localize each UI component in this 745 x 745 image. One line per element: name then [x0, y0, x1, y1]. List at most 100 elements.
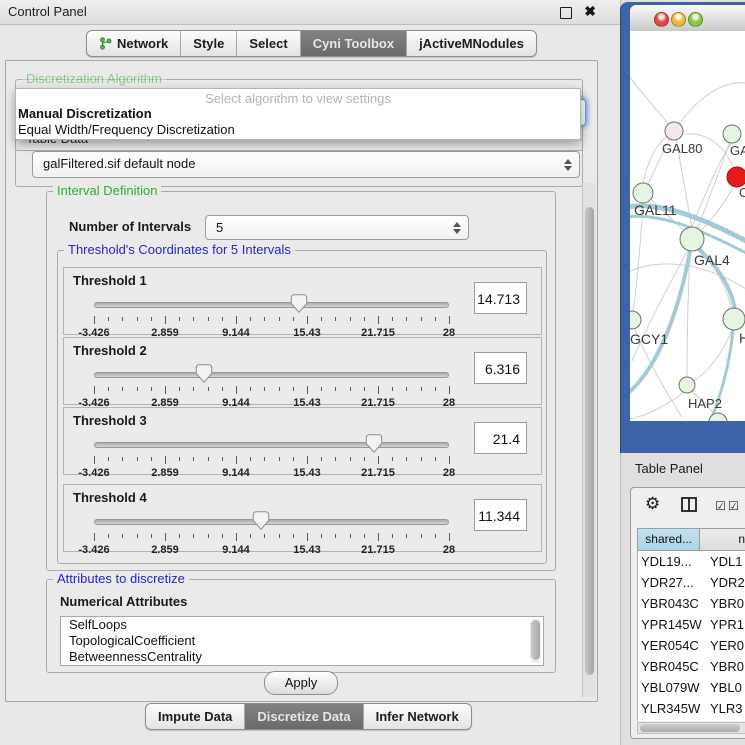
close-traffic-light-icon[interactable]	[654, 12, 669, 27]
slider-thumb[interactable]	[366, 434, 383, 453]
threshold-slider[interactable]: -3.4262.8599.14415.4321.71528	[94, 511, 449, 555]
table-data-group: Table Data galFiltered.sif default node	[15, 139, 583, 187]
tick-mark	[236, 456, 237, 464]
tick-label: 15.43	[293, 467, 321, 479]
scrollbar-thumb[interactable]	[585, 207, 594, 675]
scrollbar-thumb[interactable]	[640, 724, 740, 732]
network-edge[interactable]	[630, 392, 684, 419]
tab-network[interactable]: Network	[87, 31, 181, 56]
network-node-gal11[interactable]	[633, 183, 653, 203]
tab-cyni-toolbox[interactable]: Cyni Toolbox	[301, 31, 407, 56]
network-node-gal4[interactable]	[680, 227, 704, 251]
tick-mark	[236, 533, 237, 541]
network-node-hap2[interactable]	[679, 377, 695, 393]
slider-thumb[interactable]	[196, 364, 213, 383]
tab-jactivemnodules[interactable]: jActiveMNodules	[407, 31, 536, 56]
network-node-gcy1[interactable]	[630, 311, 641, 329]
tab-style[interactable]: Style	[181, 31, 237, 56]
close-icon[interactable]: ✖	[584, 3, 596, 20]
gear-icon[interactable]: ⚙	[645, 494, 660, 514]
table-row[interactable]: YER054CYER0	[638, 635, 745, 656]
minimize-traffic-light-icon[interactable]	[671, 12, 686, 27]
tick-mark	[378, 456, 379, 464]
scrollbar-thumb[interactable]	[531, 620, 540, 660]
threshold-slider[interactable]: -3.4262.8599.14415.4321.71528	[94, 364, 449, 408]
tick-mark	[151, 387, 152, 391]
slider-thumb-icon	[366, 434, 383, 453]
table-row[interactable]: YDR27...YDR2	[638, 572, 745, 593]
tick-mark	[293, 387, 294, 391]
slider-track[interactable]	[94, 519, 449, 525]
network-node-ga[interactable]	[723, 125, 741, 143]
tab-impute-data[interactable]: Impute Data	[146, 704, 245, 729]
tick-mark	[236, 316, 237, 324]
slider-track[interactable]	[94, 302, 449, 308]
threshold-value-field[interactable]: 11.344	[474, 499, 527, 531]
tick-mark	[293, 457, 294, 461]
tab-infer-network[interactable]: Infer Network	[364, 704, 471, 729]
attributes-list[interactable]: SelfLoopsTopologicalCoefficientBetweenne…	[60, 616, 544, 666]
attributes-scrollbar[interactable]	[530, 619, 541, 663]
tick-mark	[151, 534, 152, 538]
tick-mark	[392, 317, 393, 321]
cell-shared-name: YLR345W	[638, 698, 702, 719]
tab-discretize-data[interactable]: Discretize Data	[245, 704, 363, 729]
list-item-betweennesscentrality[interactable]: BetweennessCentrality	[61, 649, 543, 665]
network-edge[interactable]	[674, 83, 745, 131]
network-node-h[interactable]	[723, 308, 745, 330]
table-row[interactable]: YBR045CYBR0	[638, 656, 745, 677]
list-item-selfloops[interactable]: SelfLoops	[61, 617, 543, 633]
cell-shared-name: YPR145W	[638, 614, 702, 635]
node-label: H	[739, 330, 745, 346]
slider-track[interactable]	[94, 442, 449, 448]
group-title: Threshold's Coordinates for 5 Intervals	[64, 242, 295, 257]
tab-select[interactable]: Select	[237, 31, 300, 56]
table-hscrollbar[interactable]	[637, 722, 745, 734]
algorithm-option-equal-width-frequency-discretization[interactable]: Equal Width/Frequency Discretization	[18, 122, 578, 138]
table-row[interactable]: YLR345WYLR3	[638, 698, 745, 719]
tick-mark	[94, 386, 95, 394]
tick-label: 28	[443, 544, 455, 556]
table-row[interactable]: YPR145WYPR1	[638, 614, 745, 635]
tick-mark	[293, 534, 294, 538]
list-item-topologicalcoefficient[interactable]: TopologicalCoefficient	[61, 633, 543, 649]
column-header-shared-name[interactable]: shared...	[637, 528, 700, 551]
table-row[interactable]: YBR043CYBR0	[638, 593, 745, 614]
algorithm-option-manual-discretization[interactable]: Manual Discretization	[18, 106, 578, 122]
apply-button[interactable]: Apply	[264, 671, 338, 695]
column-header-name[interactable]: n	[700, 528, 745, 551]
threshold-slider[interactable]: -3.4262.8599.14415.4321.71528	[94, 434, 449, 478]
table-row[interactable]: YIL052CYIL0	[638, 719, 745, 721]
network-window-titlebar[interactable]	[630, 5, 745, 32]
network-edge[interactable]	[630, 71, 674, 131]
float-window-icon[interactable]	[560, 7, 572, 19]
table-row[interactable]: YBL079WYBL0	[638, 677, 745, 698]
zoom-traffic-light-icon[interactable]	[688, 12, 703, 27]
num-intervals-combo[interactable]: 5	[205, 215, 469, 240]
cell-name: YBR0	[702, 593, 745, 614]
network-edge[interactable]	[633, 202, 643, 312]
checkbox-icon[interactable]: ☑	[728, 499, 739, 513]
dropdown-list: Manual DiscretizationEqual Width/Frequen…	[18, 106, 578, 138]
slider-track[interactable]	[94, 372, 449, 378]
threshold-value-field[interactable]: 21.4	[474, 422, 527, 454]
panel-scrollbar[interactable]	[582, 183, 596, 697]
split-columns-icon[interactable]	[681, 497, 697, 517]
checkbox-icon[interactable]: ☑	[715, 499, 726, 513]
tab-label: Select	[249, 36, 287, 51]
tick-mark	[137, 387, 138, 391]
threshold-value-field[interactable]: 6.316	[474, 352, 527, 384]
network-node-c[interactable]	[727, 167, 745, 187]
tick-mark	[193, 534, 194, 538]
network-node-gal80[interactable]	[665, 122, 683, 140]
cell-name: YIL0	[702, 719, 745, 721]
tick-mark	[279, 534, 280, 538]
slider-thumb[interactable]	[252, 511, 269, 530]
slider-thumb[interactable]	[290, 294, 307, 313]
algorithm-dropdown-popup: Select algorithm to view settings Manual…	[15, 88, 581, 140]
table-row[interactable]: YDL19...YDL1	[638, 551, 745, 572]
network-canvas[interactable]: GAL80GACGAL11GAL4GCY1HHAP2	[630, 31, 745, 421]
threshold-slider[interactable]: -3.4262.8599.14415.4321.71528	[94, 294, 449, 338]
threshold-value-field[interactable]: 14.713	[474, 282, 527, 314]
table-data-combo[interactable]: galFiltered.sif default node	[32, 151, 580, 178]
